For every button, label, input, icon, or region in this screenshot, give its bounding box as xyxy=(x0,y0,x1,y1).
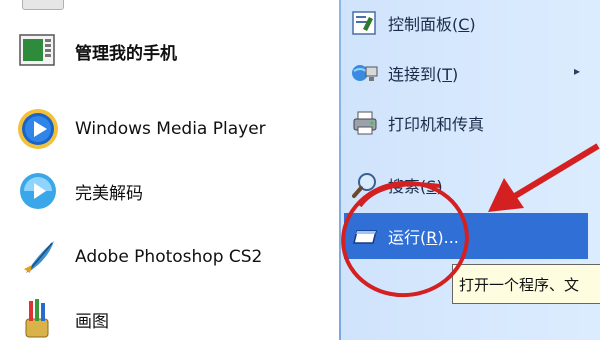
run-icon xyxy=(350,221,380,251)
partial-top-item-icon xyxy=(22,0,64,10)
menu-item-label: 打印机和传真 xyxy=(388,115,485,134)
menu-item-perfect-decoder[interactable]: 完美解码 xyxy=(15,166,143,216)
menu-item-printers-faxes[interactable]: 打印机和传真 xyxy=(350,106,590,140)
menu-item-label: 完美解码 xyxy=(75,183,143,204)
printer-icon xyxy=(350,108,380,138)
menu-item-search[interactable]: 搜索(S) xyxy=(350,168,590,202)
control-panel-icon xyxy=(350,8,380,38)
menu-item-label: 管理我的手机 xyxy=(75,43,177,64)
menu-item-label: 控制面板(C) xyxy=(388,15,476,34)
menu-item-paint[interactable]: 画图 xyxy=(15,294,109,344)
paint-brushes-icon xyxy=(15,296,61,342)
media-player-icon xyxy=(15,106,61,152)
menu-item-label: Adobe Photoshop CS2 xyxy=(75,247,263,267)
menu-item-phone-manager[interactable]: 管理我的手机 xyxy=(15,26,177,76)
menu-item-label: Windows Media Player xyxy=(75,119,266,139)
menu-item-control-panel[interactable]: 控制面板(C) xyxy=(350,6,590,40)
search-magnifier-icon xyxy=(350,170,380,200)
menu-item-label: 运行(R)... xyxy=(388,228,459,247)
perfect-decoder-icon xyxy=(15,168,61,214)
menu-item-run[interactable]: 运行(R)... xyxy=(350,219,590,253)
photoshop-feather-icon xyxy=(15,234,61,280)
pane-divider xyxy=(339,0,341,340)
menu-item-label: 搜索(S) xyxy=(388,177,443,196)
submenu-arrow-icon: ▸ xyxy=(574,64,581,78)
phone-manager-icon xyxy=(15,28,61,74)
network-connect-icon xyxy=(350,58,380,88)
menu-item-label: 画图 xyxy=(75,311,109,332)
menu-item-photoshop[interactable]: Adobe Photoshop CS2 xyxy=(15,232,262,282)
menu-item-label: 连接到(T) xyxy=(388,65,459,84)
run-tooltip: 打开一个程序、文 xyxy=(452,264,600,304)
menu-item-windows-media-player[interactable]: Windows Media Player xyxy=(15,104,266,154)
menu-item-connect-to[interactable]: 连接到(T) ▸ xyxy=(350,56,590,90)
